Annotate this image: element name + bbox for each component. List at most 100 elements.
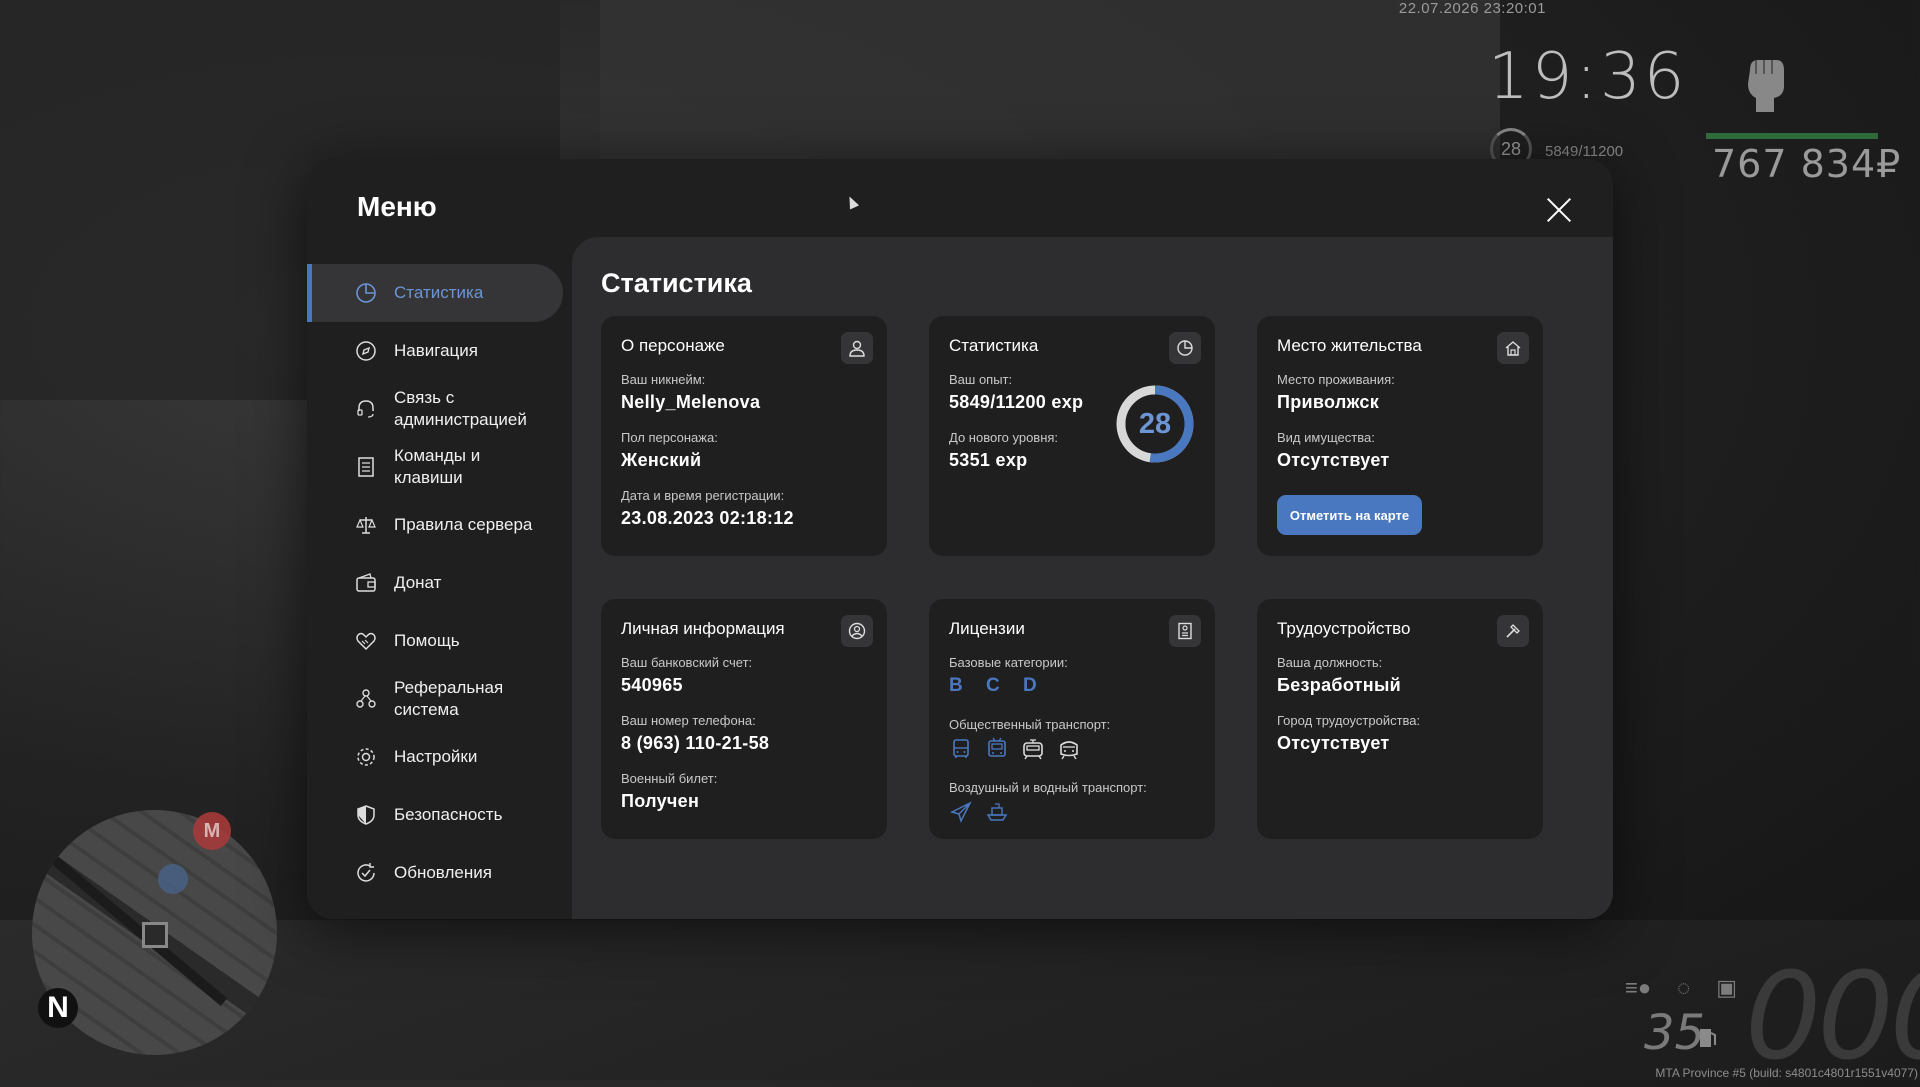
document-icon [355,456,377,478]
plane-icon [949,801,972,824]
nav-item-referral[interactable]: Реферальная система [307,670,563,728]
tram-icon [1023,739,1043,760]
close-button[interactable] [1541,192,1577,228]
boat-icon [986,803,1008,821]
card-statistics: Статистика Ваш опыт: 5849/11200 exp До н… [929,316,1215,556]
nav-item-help[interactable]: Помощь [307,612,563,670]
field-phone: Ваш номер телефона: 8 (963) 110-21-58 [621,713,769,754]
field-label: Ваша должность: [1277,655,1383,670]
sidebar-nav: Статистика Навигация Связь с администрац… [307,264,563,902]
card-licenses: Лицензии Базовые категории: B C D Общест… [929,599,1215,839]
nav-item-settings[interactable]: Настройки [307,728,563,786]
player-marker [158,864,188,894]
fuel-level: 35 [1644,1005,1706,1061]
nav-label: Обновления [394,863,492,882]
nav-label: Правила сервера [394,515,533,534]
field-value: Женский [621,450,702,470]
nav-label: Команды и клавиши [394,446,481,487]
nav-label: Статистика [394,283,484,302]
field-label: Общественный транспорт: [949,717,1111,732]
section-title: Статистика [601,268,752,298]
field-value: Отсутствует [1277,733,1390,753]
field-value: Отсутствует [1277,450,1390,470]
nav-item-navigation[interactable]: Навигация [307,322,563,380]
handshake-icon [355,630,377,652]
nav-label: Связь с администрацией [394,388,527,429]
nav-label: Безопасность [394,805,503,824]
refresh-check-icon [355,862,377,884]
field-label: Ваш банковский счет: [621,655,753,670]
card-character: О персонаже Ваш никнейм: Nelly_Melenova … [601,316,887,556]
fist-icon [1748,60,1784,112]
compass-north-icon: N [38,988,78,1028]
license-categories: B C D [949,675,1046,696]
nav-item-commands[interactable]: Команды и клавиши [307,438,563,496]
field-public-transport: Общественный транспорт: [949,717,1110,761]
mouse-cursor-icon [844,194,860,210]
compass-icon [355,340,377,362]
nav-item-contact-admin[interactable]: Связь с администрацией [307,380,563,438]
mark-on-map-button[interactable]: Отметить на карте [1277,495,1422,535]
nav-label: Реферальная система [394,678,504,719]
fuel-icon [1700,1029,1716,1047]
nav-item-donate[interactable]: Донат [307,554,563,612]
menu-title: Меню [357,191,437,222]
field-bank-account: Ваш банковский счет: 540965 [621,655,752,696]
nav-label: Донат [394,573,442,592]
headlight-icon: ≡● [1625,975,1652,1000]
engine-icon: ▣ [1716,975,1737,1000]
field-gender: Пол персонажа: Женский [621,430,718,471]
map-poi-icon [142,922,168,948]
background-building [600,0,1500,170]
card-title: Место жительства [1277,336,1422,355]
nav-item-rules[interactable]: Правила сервера [307,496,563,554]
gear-icon [355,746,377,768]
shield-icon [355,804,377,826]
field-base-categories: Базовые категории: B C D [949,655,1068,697]
card-personal-info: Личная информация Ваш банковский счет: 5… [601,599,887,839]
nav-label: Помощь [394,631,460,650]
field-value: Безработный [1277,675,1401,695]
field-registration: Дата и время регистрации: 23.08.2023 02:… [621,488,794,529]
build-info: MTA Province #5 (build: s4801c4801r1551v… [1655,1066,1918,1080]
nav-item-statistics[interactable]: Статистика [307,264,563,322]
health-bar [1706,133,1878,139]
house-icon [1497,332,1529,364]
field-label: Пол персонажа: [621,430,718,445]
field-residence-place: Место проживания: Приволжск [1277,372,1395,413]
field-value: 23.08.2023 02:18:12 [621,508,794,528]
card-employment: Трудоустройство Ваша должность: Безработ… [1257,599,1543,839]
wallet-icon [355,572,377,594]
field-label: Ваш никнейм: [621,372,706,387]
field-value: 8 (963) 110-21-58 [621,733,770,753]
field-label: Военный билет: [621,771,718,786]
field-label: До нового уровня: [949,430,1059,445]
door-icon: ◌ [1677,975,1691,1000]
hammer-icon [1497,615,1529,647]
user-circle-icon [841,615,873,647]
hud-exp: 5849/11200 [1545,143,1624,160]
field-job-city: Город трудоустройства: Отсутствует [1277,713,1420,754]
content-area: Статистика О персонаже Ваш никнейм: Nell… [572,237,1613,919]
card-title: Личная информация [621,619,785,638]
card-title: Статистика [949,336,1039,355]
hud-money: 767 834₽ [1712,142,1902,186]
field-label: Город трудоустройства: [1277,713,1421,728]
field-label: Место проживания: [1277,372,1395,387]
field-value: 5849/11200 exp [949,392,1084,412]
hud-clock: 19:36 [1488,40,1688,114]
trolleybus-icon [988,737,1006,757]
air-water-transport-icons [949,800,1147,824]
vehicle-indicators: ≡● ◌ ▣ [1625,975,1737,1001]
card-residence: Место жительства Место проживания: Приво… [1257,316,1543,556]
field-military-id: Военный билет: Получен [621,771,717,812]
pie-chart-icon [355,282,377,304]
field-value: Приволжск [1277,392,1380,412]
nav-item-updates[interactable]: Обновления [307,844,563,902]
license-document-icon [1169,615,1201,647]
field-label: Вид имущества: [1277,430,1375,445]
referral-icon [355,688,377,710]
nav-item-security[interactable]: Безопасность [307,786,563,844]
metro-icon [1060,741,1078,760]
pie-chart-icon [1169,332,1201,364]
